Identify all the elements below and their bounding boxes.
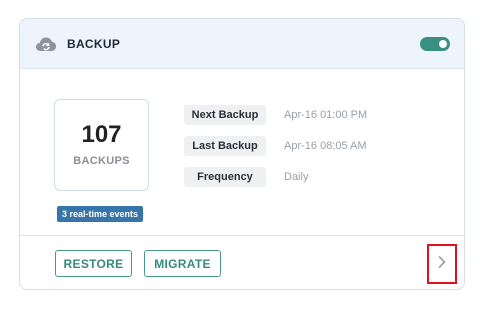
last-backup-value: Apr-16 08:05 AM — [284, 140, 367, 152]
restore-button[interactable]: RESTORE — [55, 250, 132, 277]
migrate-button[interactable]: MIGRATE — [144, 250, 221, 277]
last-backup-row: Last Backup Apr-16 08:05 AM — [184, 136, 367, 156]
last-backup-label: Last Backup — [184, 136, 266, 156]
cloud-sync-icon — [35, 36, 57, 52]
frequency-row: Frequency Daily — [184, 167, 308, 187]
toggle-knob — [439, 40, 447, 48]
frequency-label: Frequency — [184, 167, 266, 187]
card-footer: RESTORE MIGRATE — [20, 235, 464, 289]
details-chevron-button[interactable] — [427, 244, 457, 284]
backup-card: BACKUP 107 BACKUPS 3 real-time events Ne… — [19, 18, 465, 290]
next-backup-value: Apr-16 01:00 PM — [284, 109, 368, 121]
events-badge[interactable]: 3 real-time events — [57, 206, 144, 222]
backup-count-label: BACKUPS — [73, 155, 130, 167]
next-backup-row: Next Backup Apr-16 01:00 PM — [184, 105, 367, 125]
card-header: BACKUP — [20, 19, 464, 69]
next-backup-label: Next Backup — [184, 105, 266, 125]
backup-count: 107 — [81, 121, 122, 148]
card-title: BACKUP — [67, 36, 121, 51]
backup-count-box: 107 BACKUPS — [54, 99, 149, 191]
chevron-right-icon — [437, 255, 447, 274]
frequency-value: Daily — [284, 171, 309, 183]
backup-toggle[interactable] — [420, 37, 450, 51]
